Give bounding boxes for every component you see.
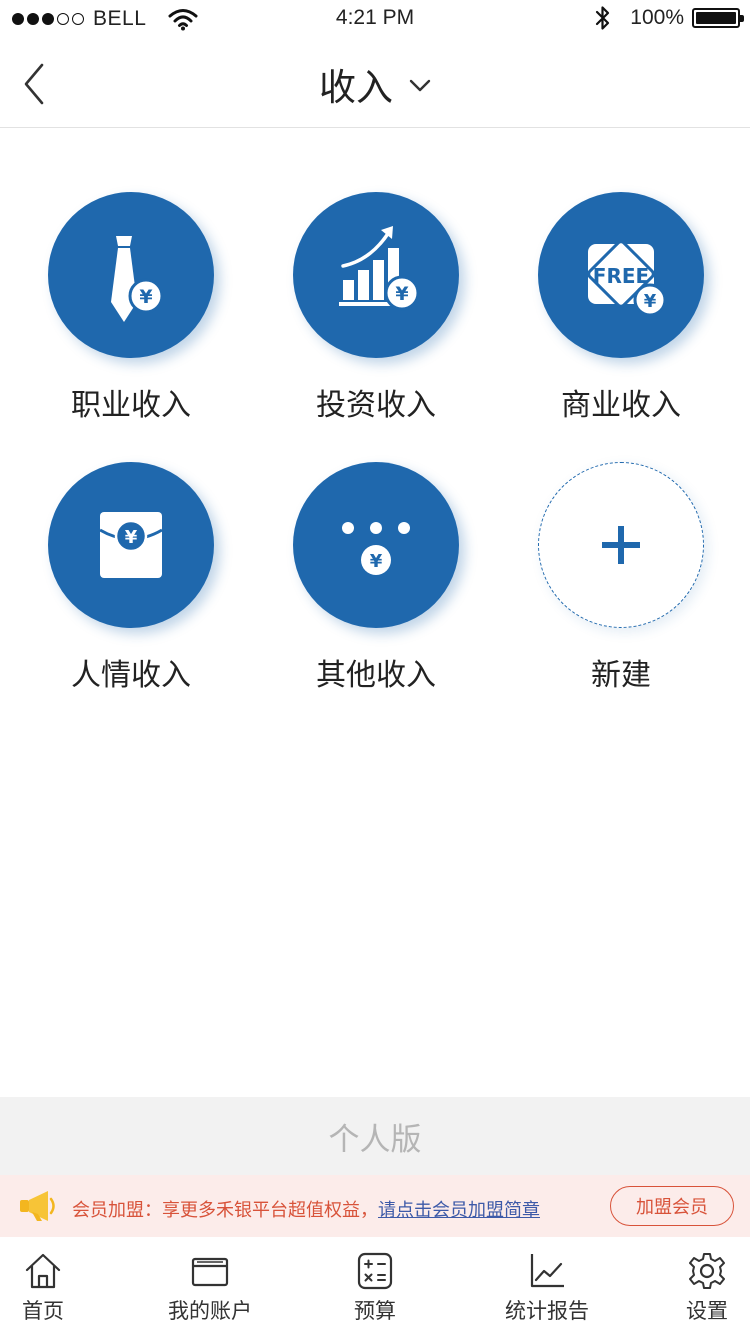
new-category-circle xyxy=(538,462,704,628)
title-dropdown[interactable]: 收入 xyxy=(0,40,750,128)
category-icon-circle: FREE ¥ xyxy=(538,192,704,358)
banner-message: 会员加盟：享更多禾银平台超值权益， xyxy=(72,1200,378,1220)
member-banner: 会员加盟：享更多禾银平台超值权益，请点击会员加盟简章 加盟会员 xyxy=(0,1175,750,1237)
version-label: 个人版 xyxy=(328,1121,422,1157)
category-label: 投资收入 xyxy=(316,389,436,422)
category-label: 其他收入 xyxy=(316,659,436,692)
yen-symbol: ¥ xyxy=(125,527,138,548)
battery-tip xyxy=(740,15,744,22)
tab-budget[interactable]: 预算 xyxy=(335,1237,415,1334)
status-right: 100% xyxy=(594,4,744,32)
tab-statistics-report[interactable]: 统计报告 xyxy=(495,1237,599,1334)
more-dots-yen-icon: ¥ xyxy=(342,522,410,575)
yen-symbol: ¥ xyxy=(395,283,408,305)
chevron-down-icon xyxy=(409,79,431,92)
free-badge-text: FREE xyxy=(593,264,649,288)
category-icon-circle: ¥ xyxy=(48,192,214,358)
category-new[interactable]: 新建 xyxy=(521,462,721,692)
category-gift-income[interactable]: ¥ 人情收入 xyxy=(31,462,231,692)
tie-yen-icon: ¥ xyxy=(111,236,164,322)
free-tag-yen-icon: FREE ¥ xyxy=(587,240,667,317)
battery-fill xyxy=(696,12,736,24)
home-icon xyxy=(25,1253,61,1289)
wallet-icon xyxy=(191,1257,229,1287)
category-icon-circle: ¥ xyxy=(293,192,459,358)
bluetooth-icon xyxy=(596,6,610,30)
category-business-income[interactable]: FREE ¥ 商业收入 xyxy=(521,192,721,422)
page-title: 收入 xyxy=(319,67,393,108)
category-label: 职业收入 xyxy=(71,389,191,422)
line-chart-icon xyxy=(530,1254,564,1288)
tab-label: 设置 xyxy=(686,1300,728,1323)
category-career-income[interactable]: ¥ 职业收入 xyxy=(31,192,231,422)
bar-chart-growth-yen-icon: ¥ xyxy=(339,226,420,311)
tab-my-account[interactable]: 我的账户 xyxy=(160,1237,260,1334)
megaphone-icon xyxy=(20,1191,55,1221)
category-label: 商业收入 xyxy=(561,389,681,422)
battery-percent: 100% xyxy=(630,6,684,29)
tab-bar: 首页 我的账户 预算 统计报告 设置 xyxy=(0,1237,750,1334)
battery-icon xyxy=(692,8,744,28)
category-other-income[interactable]: ¥ 其他收入 xyxy=(276,462,476,692)
tab-settings[interactable]: 设置 xyxy=(670,1237,744,1334)
tab-label: 首页 xyxy=(22,1300,64,1323)
banner-link[interactable]: 请点击会员加盟简章 xyxy=(378,1200,540,1220)
yen-symbol: ¥ xyxy=(370,551,383,572)
red-envelope-yen-icon: ¥ xyxy=(99,512,163,578)
category-icon-circle: ¥ xyxy=(48,462,214,628)
yen-symbol: ¥ xyxy=(139,286,152,308)
nav-bar: 收入 xyxy=(0,40,750,128)
calculator-icon xyxy=(357,1252,393,1290)
category-investment-income[interactable]: ¥ 投资收入 xyxy=(276,192,476,422)
status-bar: BELL 4:21 PM 100% xyxy=(0,0,750,40)
yen-symbol: ¥ xyxy=(644,291,657,312)
tab-label: 我的账户 xyxy=(168,1300,252,1323)
gear-icon xyxy=(689,1253,725,1289)
category-label: 新建 xyxy=(591,659,651,692)
banner-text: 会员加盟：享更多禾银平台超值权益，请点击会员加盟简章 xyxy=(72,1196,540,1222)
tab-home[interactable]: 首页 xyxy=(2,1237,84,1334)
tab-label: 预算 xyxy=(354,1300,396,1323)
plus-icon xyxy=(602,526,640,564)
join-member-button[interactable]: 加盟会员 xyxy=(610,1186,734,1226)
version-strip: 个人版 xyxy=(0,1097,750,1175)
tab-label: 统计报告 xyxy=(505,1300,589,1323)
category-label: 人情收入 xyxy=(71,659,191,692)
category-icon-circle: ¥ xyxy=(293,462,459,628)
